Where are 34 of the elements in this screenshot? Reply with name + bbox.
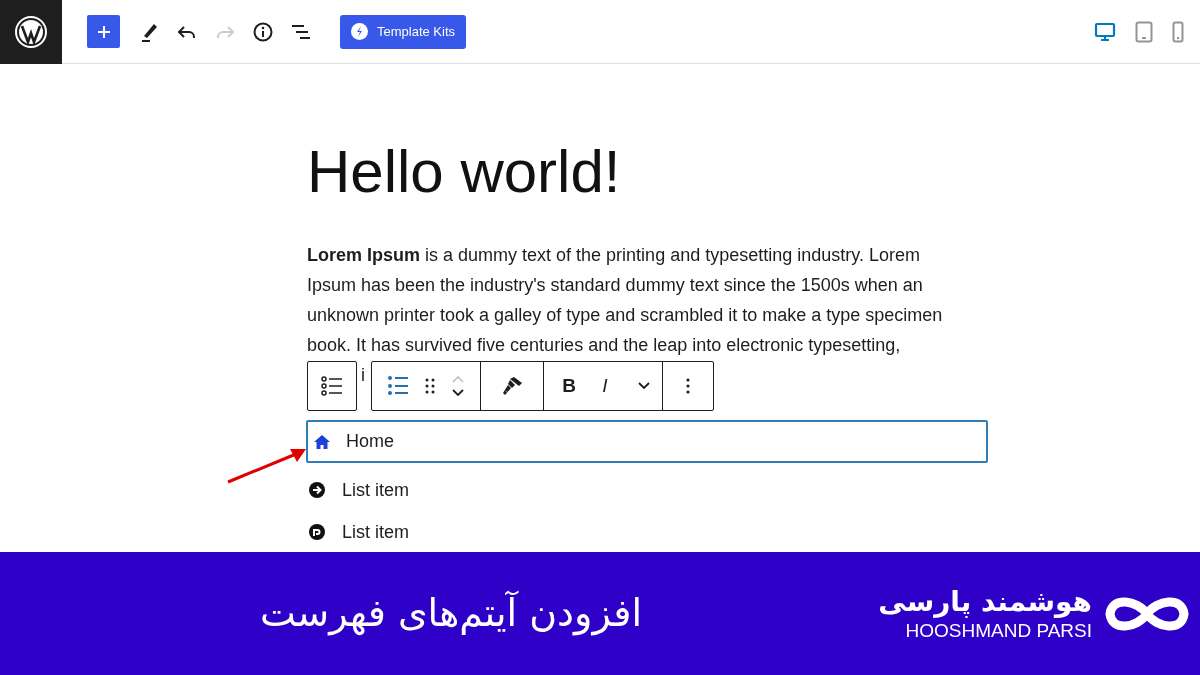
list-item-text: Home <box>346 430 394 453</box>
arrow-circle-icon <box>309 482 325 498</box>
desktop-icon[interactable] <box>1094 21 1116 42</box>
brush-icon[interactable] <box>501 376 523 396</box>
add-block-button[interactable] <box>87 15 120 48</box>
template-kits-icon <box>351 23 368 40</box>
undo-icon[interactable] <box>177 23 197 40</box>
template-kits-button[interactable]: Template Kits <box>340 14 467 49</box>
italic-button[interactable]: I <box>592 368 618 404</box>
info-icon[interactable] <box>253 21 273 42</box>
list-icon <box>321 376 343 396</box>
post-title: Hello world! <box>307 137 622 207</box>
wordpress-logo[interactable] <box>0 0 62 64</box>
home-icon <box>313 433 331 450</box>
list-item[interactable]: List item <box>306 469 988 511</box>
ordered-list-icon[interactable] <box>387 375 409 397</box>
tablet-icon[interactable] <box>1135 20 1153 43</box>
list-item-text: List item <box>342 478 410 502</box>
list-item-text: List item <box>342 520 410 544</box>
banner-title: افزودن آیتم‌های فهرست <box>260 589 643 638</box>
bold-button[interactable]: B <box>556 368 582 404</box>
list-item[interactable]: List item <box>306 511 988 553</box>
drag-handle-icon[interactable] <box>425 378 435 394</box>
move-down-icon[interactable] <box>451 389 465 397</box>
more-options-icon[interactable] <box>686 378 690 394</box>
brand-name: هوشمند پارسی <box>878 584 1092 619</box>
chevron-down-icon[interactable] <box>638 382 650 390</box>
plus-icon <box>95 23 112 40</box>
list-item[interactable]: Home <box>306 420 988 463</box>
paragraph-fragment: i <box>361 364 365 387</box>
list-block-button[interactable] <box>307 361 357 411</box>
list-view-icon[interactable] <box>291 22 311 41</box>
brand-latin-name: HOOSHMAND PARSI <box>905 618 1092 643</box>
mobile-icon[interactable] <box>1172 20 1184 43</box>
